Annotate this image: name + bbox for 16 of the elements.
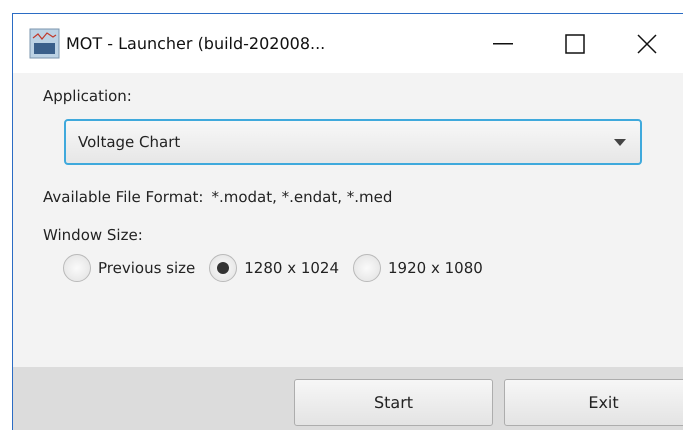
application-dropdown[interactable]: Voltage Chart [64,119,642,165]
radio-option[interactable]: 1280 x 1024 [209,254,340,282]
file-format-value: *.modat, *.endat, *.med [211,188,392,206]
maximize-icon[interactable] [565,34,585,54]
window-title: MOT - Launcher (build-202008... [66,34,326,53]
application-label: Application: [43,87,133,105]
file-format-label: Available File Format: [43,188,204,206]
minimize-icon[interactable] [493,42,513,44]
window-size-label: Window Size: [43,226,144,244]
close-icon[interactable] [637,34,657,54]
app-icon [29,28,60,59]
caret-icon [614,138,626,146]
dialog-button[interactable]: Start [294,379,493,426]
dialog-button[interactable]: Exit [504,379,683,426]
radio-option[interactable]: 1920 x 1080 [353,254,483,282]
radio-option[interactable]: Previous size [63,254,196,282]
